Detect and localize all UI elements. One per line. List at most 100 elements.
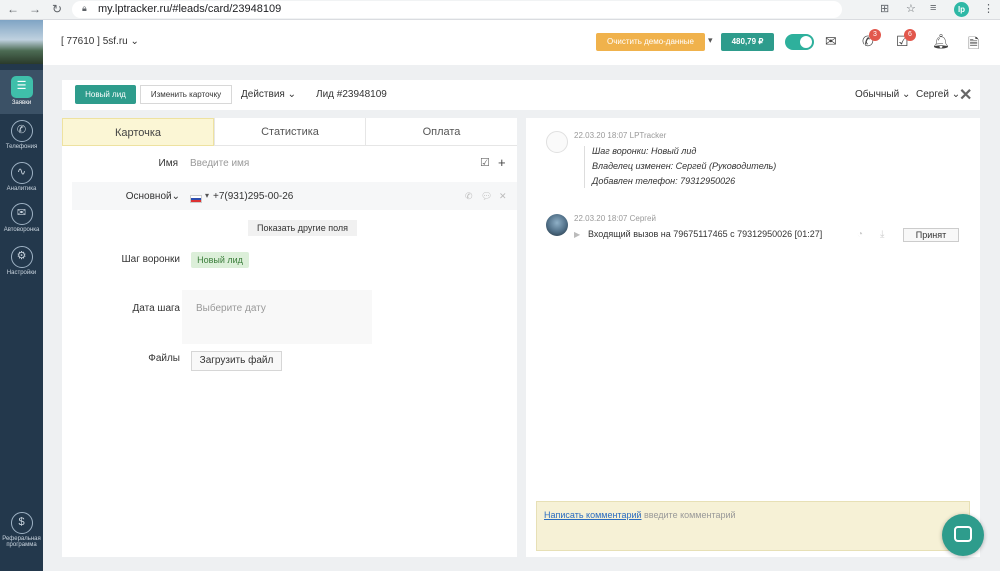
user-label: Сергей [916,89,949,100]
feed-line: Добавлен телефон: 79312950026 [592,176,736,186]
phone-type-select[interactable]: Основной⌄ [124,191,180,202]
feed-divider [584,146,585,188]
call-icon[interactable]: ✆ [465,191,473,202]
plus-icon[interactable]: + [498,155,506,170]
sidebar-item-settings[interactable]: ⚙ Настройки [0,246,43,276]
feed-line: Владелец изменен: Сергей (Руководитель) [592,161,777,171]
funnel-step-badge[interactable]: Новый лид [191,252,249,268]
url-text: my.lptracker.ru/#leads/card/23948109 [98,3,282,15]
sidebar-item-label: Настройки [6,270,37,276]
chart-icon: ∿ [10,162,33,184]
edit-card-button[interactable]: Изменить карточку [140,85,232,104]
tab-card[interactable]: Карточка [62,118,214,146]
user-avatar [546,214,568,236]
reload-icon[interactable]: ↻ [52,2,62,16]
phone-count-badge: 3 [869,29,881,41]
company-selector[interactable]: [ 77610 ] 5sf.ru ⌄ [61,36,139,47]
company-label: [ 77610 ] 5sf.ru [61,36,128,47]
sidebar-item-analytics[interactable]: ∿ Аналитика [0,162,43,192]
media-list-icon[interactable]: ≡ [930,2,936,14]
mail-icon[interactable]: ✉ [825,33,837,50]
tab-payment[interactable]: Оплата [365,118,517,146]
speed-icon[interactable]: ◔ [857,229,863,240]
comment-box[interactable]: Написать комментарий : введите комментар… [536,501,970,551]
sidebar-item-label: Реферальная программа [2,536,41,548]
accepted-button[interactable]: Принят [903,228,959,242]
dollar-icon: $ [10,512,33,534]
chat-widget-button[interactable] [942,514,984,556]
sidebar: ☰ Заявки ✆ Телефония ∿ Аналитика ✉ Автов… [0,20,43,571]
mode-dropdown[interactable]: Обычный ⌄ [855,89,910,100]
chevron-down-icon[interactable]: ▾ [708,35,713,46]
back-arrow-icon[interactable]: ← [7,2,19,16]
activity-feed-panel: 22.03.20 18:07 LPTracker Шаг воронки: Но… [526,118,980,557]
mode-label: Обычный [855,89,900,100]
actions-dropdown[interactable]: Действия ⌄ [241,89,296,100]
address-bar[interactable]: 🔒︎ my.lptracker.ru/#leads/card/23948109 [72,1,842,18]
chevron-down-icon: ⌄ [287,89,296,100]
lead-action-bar: Новый лид Изменить карточку Действия ⌄ Л… [62,80,980,110]
chevron-down-icon[interactable]: ▾ [205,191,209,200]
funnel-step-label: Шаг воронки [121,254,180,265]
name-input[interactable]: Введите имя [190,158,249,169]
remove-icon[interactable]: ✕ [499,191,507,202]
sidebar-item-autofunnel[interactable]: ✉ Автоворонка [0,203,43,233]
date-area [182,290,372,344]
top-header: [ 77610 ] 5sf.ru ⌄ Очистить демо-данные … [43,20,1000,65]
chevron-down-icon: ⌄ [130,36,139,47]
new-lead-button[interactable]: Новый лид [75,85,136,104]
check-icon[interactable]: ☑ [480,156,490,169]
tab-statistics[interactable]: Статистика [214,118,365,146]
wrench-icon: ⚙ [10,246,33,268]
sidebar-item-telephony[interactable]: ✆ Телефония [0,120,43,150]
chevron-down-icon: ⌄ [901,89,911,100]
phone-type-label: Основной [125,191,172,202]
balance-badge[interactable]: 480,79 ₽ [721,33,774,51]
files-label: Файлы [148,353,180,364]
russia-flag-icon[interactable] [190,195,202,203]
lead-id-title: Лид #23948109 [316,89,387,100]
menu-dots-icon[interactable]: ⋮ [983,2,994,15]
upload-file-button[interactable]: Загрузить файл [191,351,282,371]
phone-circle-icon: ✆ [10,120,33,142]
feed-entry-time: 22.03.20 18:07 LPTracker [574,131,667,140]
bookmark-star-icon[interactable]: ☆ [906,2,916,15]
write-comment-link[interactable]: Написать комментарий [544,510,642,520]
step-date-label: Дата шага [132,303,181,314]
document-icon[interactable]: 🗎 [968,33,979,57]
envelope-icon: ✉ [10,203,33,225]
download-icon[interactable]: ⤓ [880,229,884,240]
play-icon[interactable]: ▶ [574,230,580,239]
phone-input[interactable]: +7(931)295-00-26 [213,191,293,202]
sidebar-item-label: Автоворонка [3,227,40,233]
clear-demo-button[interactable]: Очистить демо-данные [596,33,705,51]
comment-input[interactable]: : введите комментарий [639,510,736,520]
chevron-down-icon: ⌄ [171,191,180,202]
show-other-fields-button[interactable]: Показать другие поля [248,220,357,236]
chat-bubble-icon [954,526,972,542]
sidebar-item-label: Заявки [11,100,32,106]
feed-line: Шаг воронки: Новый лид [592,146,697,156]
translate-icon[interactable]: ⊞ [880,2,889,15]
close-icon[interactable]: ✕ [959,85,972,105]
forward-arrow-icon[interactable]: → [29,2,41,16]
lead-card-panel: Карточка Статистика Оплата Имя Введите и… [62,118,517,557]
system-avatar [546,131,568,153]
lp-extension-icon[interactable]: lp [954,2,969,17]
list-icon: ☰ [10,76,33,98]
message-icon[interactable]: 💬︎ [481,191,492,202]
bell-icon[interactable]: 🔔︎ [932,33,950,50]
tasks-count-badge: 6 [904,29,916,41]
sidebar-item-leads[interactable]: ☰ Заявки [0,70,43,114]
step-date-input[interactable]: Выберите дату [196,303,266,314]
sidebar-item-label: Телефония [5,144,38,150]
profile-photo[interactable] [0,20,43,64]
status-toggle[interactable] [785,34,814,50]
sidebar-item-referral[interactable]: $ Реферальная программа [0,512,43,548]
lock-icon: 🔒︎ [82,3,87,13]
feed-entry-time: 22.03.20 18:07 Сергей [574,214,656,223]
actions-label: Действия [241,89,285,100]
browser-toolbar: ← → ↻ 🔒︎ my.lptracker.ru/#leads/card/239… [0,0,1000,20]
user-dropdown[interactable]: Сергей ⌄ [916,89,960,100]
name-label: Имя [158,158,178,169]
